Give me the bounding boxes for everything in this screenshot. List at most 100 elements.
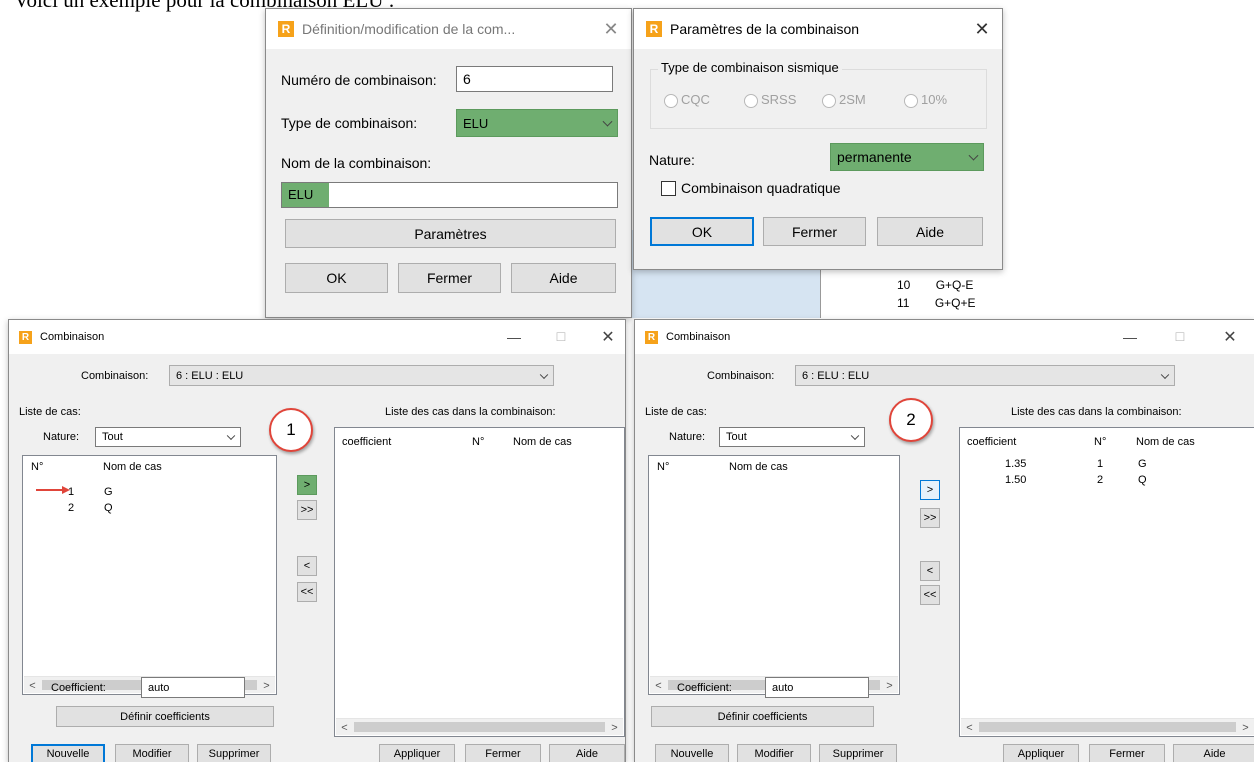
cases-list-label: Liste de cas: [645, 406, 707, 418]
remove-case-button[interactable]: < [920, 561, 940, 581]
modify-button[interactable]: Modifier [737, 744, 811, 762]
name-field-value: ELU [282, 183, 330, 207]
minimize-icon[interactable]: — [497, 320, 531, 354]
coefficient-cell: 1.35 [1005, 458, 1027, 470]
list-item[interactable]: 1 G [68, 486, 268, 498]
apply-button[interactable]: Appliquer [1003, 744, 1079, 762]
close-button[interactable]: Fermer [465, 744, 541, 762]
chevron-down-icon [539, 370, 549, 379]
coefficient-field[interactable]: auto [765, 677, 869, 698]
name-field[interactable]: ELU [281, 182, 618, 208]
add-case-button[interactable]: > [920, 480, 940, 500]
help-button[interactable]: Aide [1173, 744, 1254, 762]
radio-label: CQC [681, 92, 710, 107]
close-button[interactable]: Fermer [763, 217, 866, 246]
nature-label: Nature: [649, 152, 695, 168]
coefficient-field[interactable]: auto [141, 677, 245, 698]
column-header-number: N° [472, 436, 485, 448]
define-coefficients-button[interactable]: Définir coefficients [56, 706, 274, 727]
combination-select-value: 6 : ELU : ELU [802, 369, 870, 382]
list-item[interactable]: 2 Q [68, 502, 268, 514]
add-case-button[interactable]: > [297, 475, 317, 495]
quadratic-checkbox[interactable] [661, 181, 676, 196]
combination-cases-title: Liste des cas dans la combinaison: [1011, 406, 1182, 418]
scroll-left-icon[interactable]: < [650, 677, 667, 694]
nature-select[interactable]: permanente [830, 143, 984, 171]
radio-2sm[interactable]: 2SM [822, 92, 866, 108]
scroll-right-icon[interactable]: > [606, 719, 623, 736]
coefficient-label: Coefficient: [677, 682, 732, 694]
add-all-button[interactable]: >> [920, 508, 940, 528]
combination-cases-list[interactable]: coefficient N° Nom de cas 1.35 1 G 1.50 … [959, 427, 1254, 737]
nature-select[interactable]: Tout [95, 427, 241, 447]
maximize-icon[interactable]: ☐ [1163, 320, 1197, 354]
dialog-title: Paramètres de la combinaison [670, 21, 860, 37]
available-cases-list[interactable]: N° Nom de cas < > [648, 455, 900, 695]
number-label: Numéro de combinaison: [281, 72, 437, 88]
table-row[interactable]: 1.35 1 G [1005, 458, 1245, 470]
type-select[interactable]: ELU [456, 109, 618, 137]
remove-case-button[interactable]: < [297, 556, 317, 576]
remove-all-button[interactable]: << [297, 582, 317, 602]
available-cases-list[interactable]: N° Nom de cas 1 G 2 Q < > [22, 455, 277, 695]
column-header-name: Nom de cas [513, 436, 572, 448]
nature-select-value: Tout [726, 431, 747, 443]
combination-select[interactable]: 6 : ELU : ELU [169, 365, 554, 386]
scroll-left-icon[interactable]: < [961, 719, 978, 736]
close-icon[interactable]: ✕ [962, 9, 1002, 49]
delete-button[interactable]: Supprimer [819, 744, 897, 762]
scroll-right-icon[interactable]: > [881, 677, 898, 694]
close-icon[interactable]: ✕ [591, 9, 631, 49]
scroll-left-icon[interactable]: < [336, 719, 353, 736]
nature-select[interactable]: Tout [719, 427, 865, 447]
chevron-down-icon [1160, 370, 1170, 379]
number-field[interactable]: 6 [456, 66, 613, 92]
horizontal-scrollbar[interactable]: < > [336, 718, 623, 735]
new-button[interactable]: Nouvelle [31, 744, 105, 762]
modify-button[interactable]: Modifier [115, 744, 189, 762]
combination-select[interactable]: 6 : ELU : ELU [795, 365, 1175, 386]
close-button[interactable]: Fermer [1089, 744, 1165, 762]
help-button[interactable]: Aide [877, 217, 983, 246]
case-name: G [104, 486, 113, 498]
ok-button[interactable]: OK [650, 217, 754, 246]
apply-button[interactable]: Appliquer [379, 744, 455, 762]
radio-srss[interactable]: SRSS [744, 92, 796, 108]
window-title: Combinaison [666, 331, 731, 343]
minimize-icon[interactable]: — [1113, 320, 1147, 354]
remove-all-button[interactable]: << [920, 585, 940, 605]
combination-cases-list[interactable]: coefficient N° Nom de cas < > [334, 427, 625, 737]
ok-button[interactable]: OK [285, 263, 388, 293]
close-button[interactable]: Fermer [398, 263, 501, 293]
parameters-dialog: R Paramètres de la combinaison ✕ Type de… [633, 8, 1003, 270]
number-cell: 2 [1097, 474, 1104, 486]
scroll-thumb[interactable] [354, 722, 605, 732]
close-icon[interactable]: ✕ [1213, 320, 1247, 354]
case-name: Q [104, 502, 113, 514]
coefficient-label: Coefficient: [51, 682, 106, 694]
scroll-right-icon[interactable]: > [1237, 719, 1254, 736]
radio-label: 2SM [839, 92, 866, 107]
nature-select-value: permanente [837, 149, 912, 165]
radio-cqc[interactable]: CQC [664, 92, 710, 108]
help-button[interactable]: Aide [549, 744, 625, 762]
help-button[interactable]: Aide [511, 263, 616, 293]
scroll-left-icon[interactable]: < [24, 677, 41, 694]
scroll-thumb[interactable] [979, 722, 1236, 732]
add-all-button[interactable]: >> [297, 500, 317, 520]
maximize-icon[interactable]: ☐ [544, 320, 578, 354]
table-row[interactable]: 1.50 2 Q [1005, 474, 1245, 486]
delete-button[interactable]: Supprimer [197, 744, 271, 762]
column-header-name: Nom de cas [103, 461, 162, 473]
new-button[interactable]: Nouvelle [655, 744, 729, 762]
quadratic-label: Combinaison quadratique [681, 180, 841, 196]
parameters-button[interactable]: Paramètres [285, 219, 616, 248]
define-coefficients-button[interactable]: Définir coefficients [651, 706, 874, 727]
scroll-right-icon[interactable]: > [258, 677, 275, 694]
window-title: Combinaison [40, 331, 105, 343]
horizontal-scrollbar[interactable]: < > [961, 718, 1254, 735]
chevron-down-icon [602, 116, 613, 127]
radio-10pct[interactable]: 10% [904, 92, 947, 108]
close-icon[interactable]: ✕ [591, 320, 625, 354]
type-label: Type de combinaison: [281, 115, 418, 131]
